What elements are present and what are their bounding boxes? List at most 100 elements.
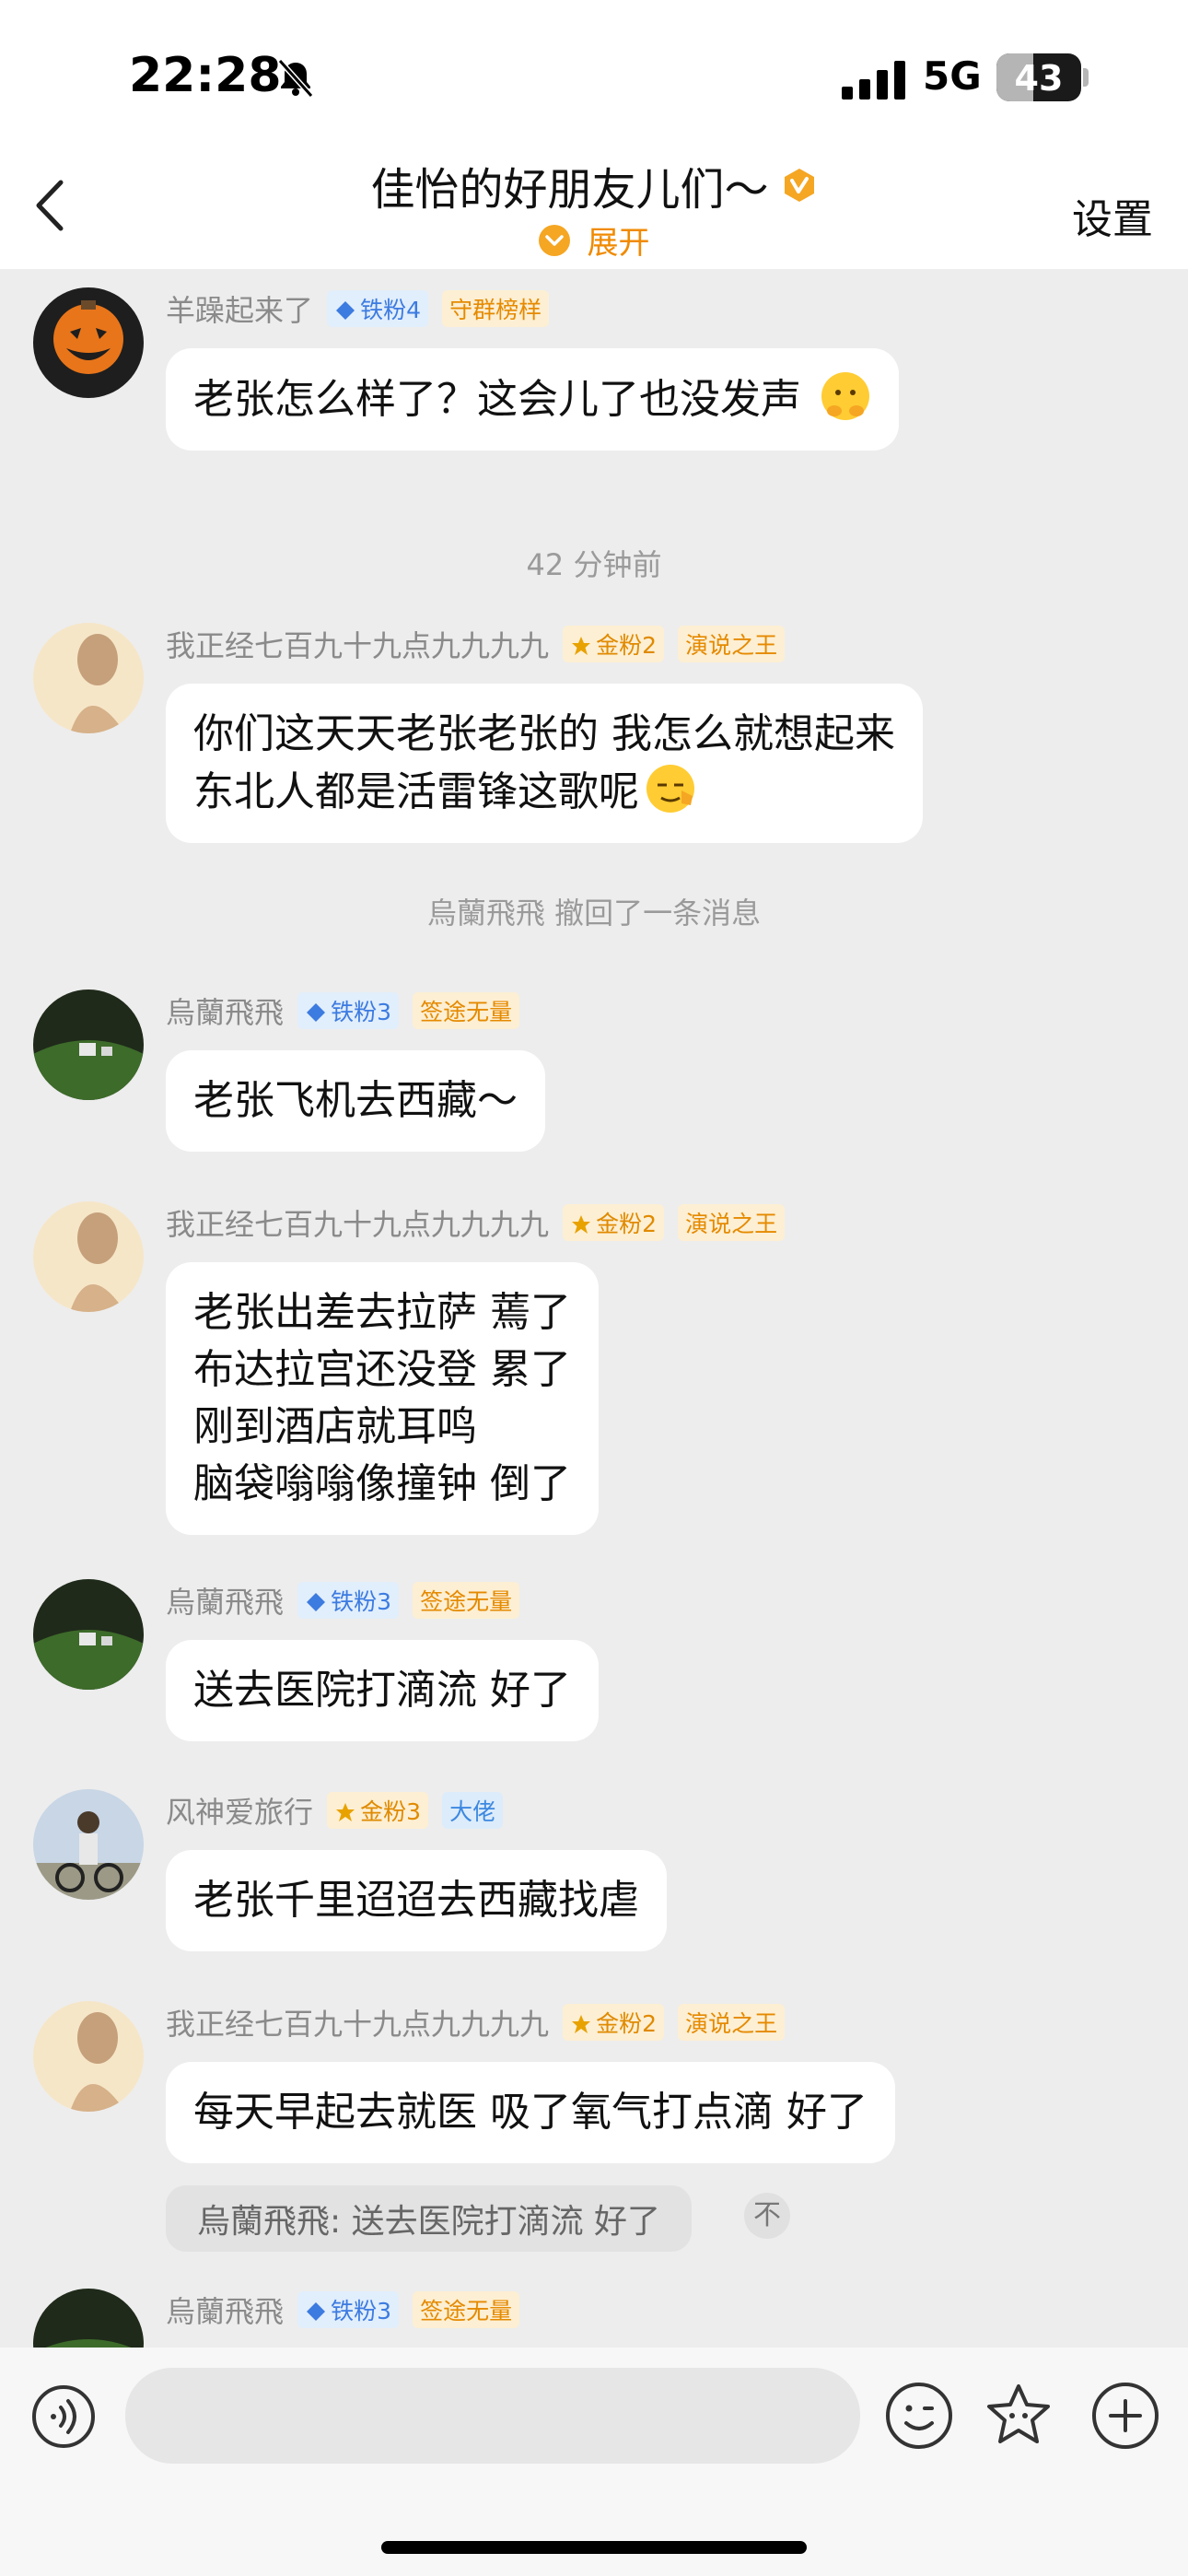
message-text: 送去医院打滴流 好了 [193, 1667, 571, 1714]
gold-flower-icon [336, 1803, 355, 1821]
message-meta: 烏蘭飛飛 铁粉3 签途无量 [166, 989, 520, 1030]
message-meta: 我正经七百九十九点九九九九 金粉2 演说之王 [166, 2001, 786, 2042]
sender-name[interactable]: 烏蘭飛飛 [166, 2294, 284, 2329]
avatar[interactable] [33, 2001, 144, 2112]
sender-name[interactable]: 羊躁起来了 [166, 293, 313, 328]
verified-badge-icon [784, 169, 814, 202]
header-bar: 22:28 5G 43 佳怡的好朋友儿们～ 展开 设置 [0, 0, 1188, 269]
sender-name[interactable]: 烏蘭飛飛 [166, 1585, 284, 1620]
message-bubble[interactable]: 老张飞机去西藏～ [166, 1050, 545, 1152]
message-text: 每天早起去就医 吸了氧气打点滴 好了 [193, 2089, 868, 2136]
message-input[interactable] [125, 2368, 860, 2464]
battery-cap [1083, 68, 1089, 87]
gold-flower-icon [572, 637, 591, 655]
fan-badge: 铁粉4 [327, 290, 429, 327]
fan-badge: 金粉2 [563, 626, 665, 662]
diamond-icon [336, 301, 355, 320]
message-text: 东北人都是活雷锋这歌呢 [193, 768, 639, 815]
add-icon[interactable] [1090, 2381, 1160, 2451]
status-time: 22:28 [129, 48, 282, 103]
message-text: 你们这天天老张老张的 我怎么就想起来 [193, 710, 895, 757]
emoji-shy-icon [821, 372, 869, 420]
diamond-icon [307, 1593, 326, 1611]
network-type: 5G [923, 53, 982, 99]
title-badge: 演说之王 [678, 1204, 786, 1241]
fan-badge-label: 铁粉3 [331, 2298, 392, 2324]
message-meta: 羊躁起来了 铁粉4 守群榜样 [166, 287, 550, 328]
fan-badge-label: 金粉2 [596, 2010, 658, 2037]
quote-toggle-button[interactable]: 不 [744, 2193, 790, 2239]
message-meta: 烏蘭飛飛 铁粉3 签途无量 [166, 2289, 520, 2329]
fan-badge-label: 铁粉3 [331, 1588, 392, 1615]
expand-label: 展开 [587, 225, 650, 262]
emoji-smirk-icon [646, 765, 694, 813]
title-badge: 守群榜样 [442, 290, 550, 327]
emoji-icon[interactable] [884, 2381, 954, 2451]
fan-badge: 铁粉3 [297, 992, 400, 1029]
message-text: 老张千里迢迢去西藏找虐 [193, 1877, 639, 1924]
avatar[interactable] [33, 1579, 144, 1690]
message-text: 老张怎么样了？这会儿了也没发声 [193, 376, 801, 423]
message-bubble[interactable]: 老张千里迢迢去西藏找虐 [166, 1850, 667, 1951]
fan-badge-label: 金粉3 [360, 1798, 422, 1825]
fan-badge-label: 铁粉3 [331, 999, 392, 1025]
message-meta: 我正经七百九十九点九九九九 金粉2 演说之王 [166, 1201, 786, 1242]
fan-badge-label: 铁粉4 [360, 297, 422, 323]
battery-icon: 43 [996, 53, 1081, 101]
avatar[interactable] [33, 1789, 144, 1900]
fan-badge: 金粉2 [563, 2004, 665, 2041]
sender-name[interactable]: 我正经七百九十九点九九九九 [166, 628, 549, 663]
message-text: 刚到酒店就耳鸣 [193, 1403, 477, 1450]
signal-icon [842, 61, 905, 100]
message-bubble[interactable]: 老张怎么样了？这会儿了也没发声 [166, 348, 899, 451]
message-bubble[interactable]: 你们这天天老张老张的 我怎么就想起来 东北人都是活雷锋这歌呢 [166, 684, 923, 843]
title-badge: 演说之王 [678, 2004, 786, 2041]
message-text: 布达拉宫还没登 累了 [193, 1346, 571, 1393]
message-meta: 风神爱旅行 金粉3 大佬 [166, 1789, 504, 1830]
recall-notice: 烏蘭飛飛 撤回了一条消息 [426, 896, 762, 931]
title-row: 佳怡的好朋友儿们～ [0, 153, 1188, 217]
message-text: 脑袋嗡嗡像撞钟 倒了 [193, 1460, 571, 1507]
expand-toggle[interactable]: 展开 [0, 217, 1188, 263]
message-bubble[interactable]: 送去医院打滴流 好了 [166, 1640, 599, 1741]
title-badge: 签途无量 [413, 992, 520, 1029]
message-bubble[interactable]: 每天早起去就医 吸了氧气打点滴 好了 [166, 2062, 895, 2163]
title-badge: 演说之王 [678, 626, 786, 662]
title-badge: 大佬 [442, 1792, 504, 1829]
status-bar: 22:28 5G 43 [0, 0, 1188, 157]
chevron-down-circle-icon [539, 224, 571, 256]
diamond-icon [307, 2302, 326, 2321]
sender-name[interactable]: 我正经七百九十九点九九九九 [166, 2007, 549, 2042]
fan-badge-label: 金粉2 [596, 632, 658, 659]
battery-level: 43 [1014, 58, 1064, 99]
sender-name[interactable]: 我正经七百九十九点九九九九 [166, 1207, 549, 1242]
sender-name[interactable]: 风神爱旅行 [166, 1795, 313, 1830]
settings-button[interactable]: 设置 [1072, 186, 1153, 245]
gold-flower-icon [572, 2015, 591, 2033]
message-meta: 我正经七百九十九点九九九九 金粉2 演说之王 [166, 623, 786, 663]
fan-badge: 铁粉3 [297, 2291, 400, 2328]
fan-badge: 铁粉3 [297, 1582, 400, 1619]
message-text: 老张飞机去西藏～ [193, 1077, 518, 1124]
fan-badge: 金粉2 [563, 1204, 665, 1241]
avatar[interactable] [33, 623, 144, 733]
title-badge: 签途无量 [413, 1582, 520, 1619]
sender-name[interactable]: 烏蘭飛飛 [166, 995, 284, 1030]
quoted-message[interactable]: 烏蘭飛飛: 送去医院打滴流 好了 [166, 2185, 693, 2252]
message-meta: 烏蘭飛飛 铁粉3 签途无量 [166, 1579, 520, 1620]
group-title[interactable]: 佳怡的好朋友儿们～ [370, 153, 768, 217]
message-text: 老张出差去拉萨 蔫了 [193, 1289, 571, 1336]
bell-muted-icon [277, 58, 314, 99]
sticker-star-icon[interactable] [984, 2381, 1054, 2451]
title-badge: 签途无量 [413, 2291, 520, 2328]
fan-badge: 金粉3 [327, 1792, 429, 1829]
avatar[interactable] [33, 287, 144, 398]
avatar[interactable] [33, 989, 144, 1100]
gold-flower-icon [572, 1215, 591, 1234]
voice-input-icon[interactable] [31, 2384, 96, 2449]
avatar[interactable] [33, 1201, 144, 1312]
time-divider: 42 分钟前 [526, 547, 662, 582]
fan-badge-label: 金粉2 [596, 1211, 658, 1237]
message-bubble[interactable]: 老张出差去拉萨 蔫了 布达拉宫还没登 累了 刚到酒店就耳鸣 脑袋嗡嗡像撞钟 倒了 [166, 1262, 599, 1535]
home-indicator[interactable] [381, 2541, 807, 2554]
